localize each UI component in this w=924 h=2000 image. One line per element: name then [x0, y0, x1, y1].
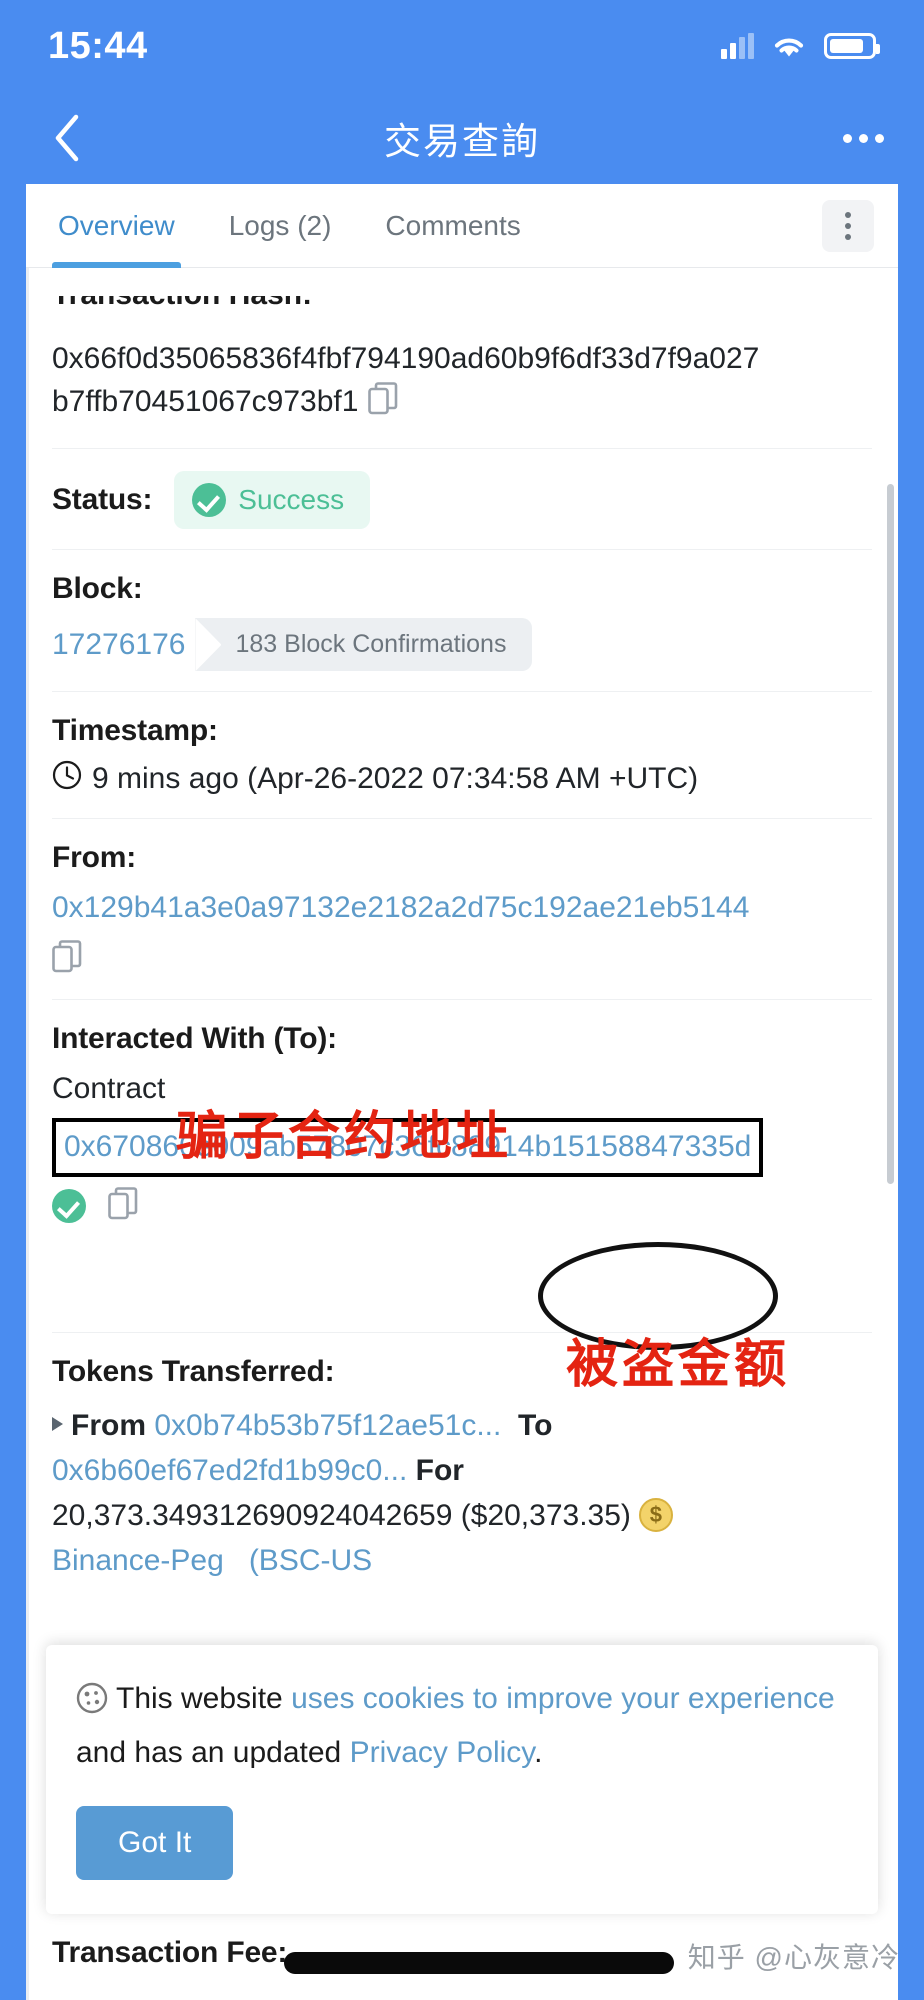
status-bar: 15:44 [0, 0, 924, 92]
page-title: 交易查詢 [384, 121, 540, 162]
status-badge-label: Success [238, 484, 345, 516]
transaction-hash-label-clipped: Transaction Hash: [52, 296, 872, 326]
tab-bar: Overview Logs (2) Comments [26, 184, 898, 268]
tab-overview[interactable]: Overview [52, 184, 181, 268]
cookie-banner-text: This website uses cookies to improve you… [76, 1675, 848, 1778]
from-label: From: [52, 841, 136, 875]
transaction-hash-line1: 0x66f0d35065836f4fbf794190ad60b9f6df33d7… [52, 342, 760, 375]
copy-icon[interactable] [108, 1187, 138, 1226]
browser-webview: Overview Logs (2) Comments Transaction H… [26, 184, 898, 2000]
row-status: Status: Success [52, 449, 872, 551]
transaction-hash-line2: b7ffb70451067c973bf1 [52, 384, 359, 418]
status-time: 15:44 [48, 24, 148, 67]
transfer-from-word: From [71, 1408, 146, 1442]
check-circle-icon [192, 483, 227, 518]
row-from: From: 0x129b41a3e0a97132e2182a2d75c192ae… [52, 819, 872, 1000]
transaction-fee-label: Transaction Fee: [52, 1936, 288, 1969]
tab-comments[interactable]: Comments [379, 184, 526, 268]
kebab-menu-icon[interactable] [822, 200, 874, 252]
clock-icon [52, 760, 82, 798]
transfer-for-word: For [415, 1453, 464, 1487]
nav-bar: 交易查詢 [0, 92, 924, 184]
cookie-text-3: . [534, 1736, 543, 1770]
transfer-amount: 20,373.349312690924042659 [52, 1498, 453, 1532]
status-label: Status: [52, 483, 153, 517]
block-confirmations-badge: 183 Block Confirmations [195, 618, 533, 672]
row-timestamp: Timestamp: 9 mins ago (Apr-26-2022 07:34… [52, 692, 872, 820]
phone-screen: 15:44 交易查詢 Overview Logs (2) Comments 0x… [0, 0, 924, 2000]
interacted-with-label: Interacted With (To): [52, 1021, 337, 1055]
copy-icon[interactable] [368, 381, 398, 429]
block-label: Block: [52, 572, 143, 606]
more-horizontal-icon[interactable] [830, 133, 884, 143]
cookie-link-privacy-policy[interactable]: Privacy Policy [350, 1736, 534, 1769]
page-scrollbar[interactable] [887, 484, 894, 1184]
from-address-link[interactable]: 0x129b41a3e0a97132e2182a2d75c192ae21eb51… [52, 887, 872, 930]
block-number-link[interactable]: 17276176 [52, 628, 185, 662]
transfer-amount-usd: ($20,373.35) [460, 1498, 631, 1532]
token-name[interactable]: Binance-Peg [52, 1544, 224, 1577]
caret-right-icon[interactable] [52, 1416, 63, 1431]
tab-logs[interactable]: Logs (2) [223, 184, 338, 268]
annotation-amount-note: 被盗金额 [566, 1336, 791, 1394]
cookie-link-1[interactable]: uses cookies to improve your experience [291, 1682, 835, 1715]
transfer-to-word: To [518, 1408, 553, 1442]
transaction-hash-value[interactable]: 0x66f0d35065836f4fbf794190ad60b9f6df33d7… [52, 338, 872, 428]
token-symbol[interactable]: (BSC-US [249, 1544, 372, 1577]
timestamp-label: Timestamp: [52, 714, 218, 748]
timestamp-value: 9 mins ago (Apr-26-2022 07:34:58 AM +UTC… [92, 762, 699, 796]
wifi-icon [772, 33, 806, 59]
cookie-text-1: This website [116, 1681, 292, 1715]
token-transfer-entry: From 0x0b74b53b75f12ae51c... To 0x6b60ef… [52, 1403, 872, 1583]
transaction-details: Transaction Hash: 0x66f0d35065836f4fbf79… [26, 268, 898, 1603]
transfer-to-address[interactable]: 0x6b60ef67ed2fd1b99c0... [52, 1454, 407, 1487]
battery-icon [824, 33, 880, 59]
back-button[interactable] [40, 111, 94, 165]
row-block: Block: 17276176 183 Block Confirmations [52, 550, 872, 693]
token-coin-icon [638, 1497, 673, 1532]
cookie-icon [76, 1681, 108, 1730]
copy-icon[interactable] [52, 939, 82, 979]
check-circle-icon [52, 1189, 86, 1224]
watermark: 知乎 @心灰意冷 [687, 1942, 900, 1973]
status-icons [721, 33, 880, 59]
annotation-contract-note: 骗子合约地址 [176, 1108, 513, 1166]
row-transaction-hash: Transaction Hash: 0x66f0d35065836f4fbf79… [52, 268, 872, 450]
transfer-from-address[interactable]: 0x0b74b53b75f12ae51c... [154, 1409, 501, 1442]
got-it-button[interactable]: Got It [76, 1806, 234, 1880]
redaction-bar [284, 1952, 674, 1974]
status-badge: Success [174, 471, 371, 530]
signal-bars-icon [721, 33, 754, 59]
cookie-text-2: and has an updated [76, 1736, 350, 1770]
cookie-consent-banner: This website uses cookies to improve you… [46, 1644, 878, 1914]
